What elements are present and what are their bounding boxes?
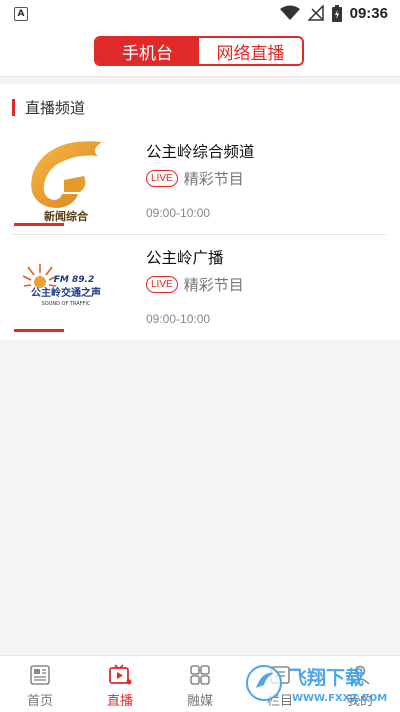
channel-thumbnail[interactable]: FM 89.2 公主岭交通之声 SOUND OF TRAFFIC [14,242,118,332]
channel-thumbnail[interactable]: 新闻综合 [14,136,118,226]
clock: 09:36 [349,4,388,22]
live-badge: LIVE [146,276,178,293]
logo-text: 公主岭交通之声 [31,286,101,299]
row-divider [12,234,386,235]
watermark-brand: 飞翔下载 [288,666,364,689]
section-accent-bar [12,98,15,116]
section-header: 直播频道 [12,98,86,117]
channel-name: 公主岭广播 [146,249,224,267]
tab-label: 首页 [26,694,53,709]
tab-label: 直播 [106,694,133,709]
live-info: LIVE 精彩节目 [146,274,244,295]
wifi-icon [279,5,300,20]
live-info: LIVE 精彩节目 [146,168,244,189]
segment-control: 手机台 网络直播 [94,36,304,66]
logo-text: 新闻综合 [44,209,89,223]
channel-row[interactable]: 新闻综合 公主岭综合频道 LIVE 精彩节目 09:00-10:00 [0,130,400,234]
channel-row[interactable]: FM 89.2 公主岭交通之声 SOUND OF TRAFFIC 公主岭广播 L… [0,236,400,340]
live-badge: LIVE [146,170,178,187]
tab-home[interactable]: 首页 [0,656,80,712]
live-play-icon [109,664,132,685]
site-watermark: 飞翔下载 WWW.FXXZ.COM [246,665,387,704]
news-logo-icon: 新闻综合 [31,141,103,223]
section-title: 直播频道 [25,98,86,117]
watermark-url: WWW.FXXZ.COM [292,693,387,704]
status-bar: A 09:36 [0,0,400,26]
tab-web-live[interactable]: 网络直播 [199,38,302,64]
thumbnail-underline [14,329,64,332]
program-time: 09:00-10:00 [146,206,211,220]
logo-subtext: SOUND OF TRAFFIC [42,301,91,307]
status-icons: 09:36 [279,4,388,22]
battery-icon [331,4,342,22]
channel-list-card: 直播频道 新闻综合 公主岭综合频道 LIVE 精彩节目 09:00-10:00 … [0,84,400,340]
radio-logo-icon: FM 89.2 公主岭交通之声 SOUND OF TRAFFIC [22,264,101,307]
tab-label: 融媒 [186,694,213,709]
program-title: 精彩节目 [183,276,244,294]
grid-icon [190,665,210,685]
logo-frequency: FM 89.2 [54,275,94,285]
channel-name: 公主岭综合频道 [146,143,255,161]
tab-mobile-tv[interactable]: 手机台 [96,38,199,64]
news-icon [30,665,50,685]
tab-live[interactable]: 直播 [80,656,160,712]
notification-indicator: A [14,7,28,21]
signal-off-icon [307,5,324,21]
program-time: 09:00-10:00 [146,312,211,326]
tab-media[interactable]: 融媒 [160,656,240,712]
thumbnail-underline [14,223,64,226]
program-title: 精彩节目 [183,170,244,188]
top-bar: 手机台 网络直播 [0,26,400,77]
